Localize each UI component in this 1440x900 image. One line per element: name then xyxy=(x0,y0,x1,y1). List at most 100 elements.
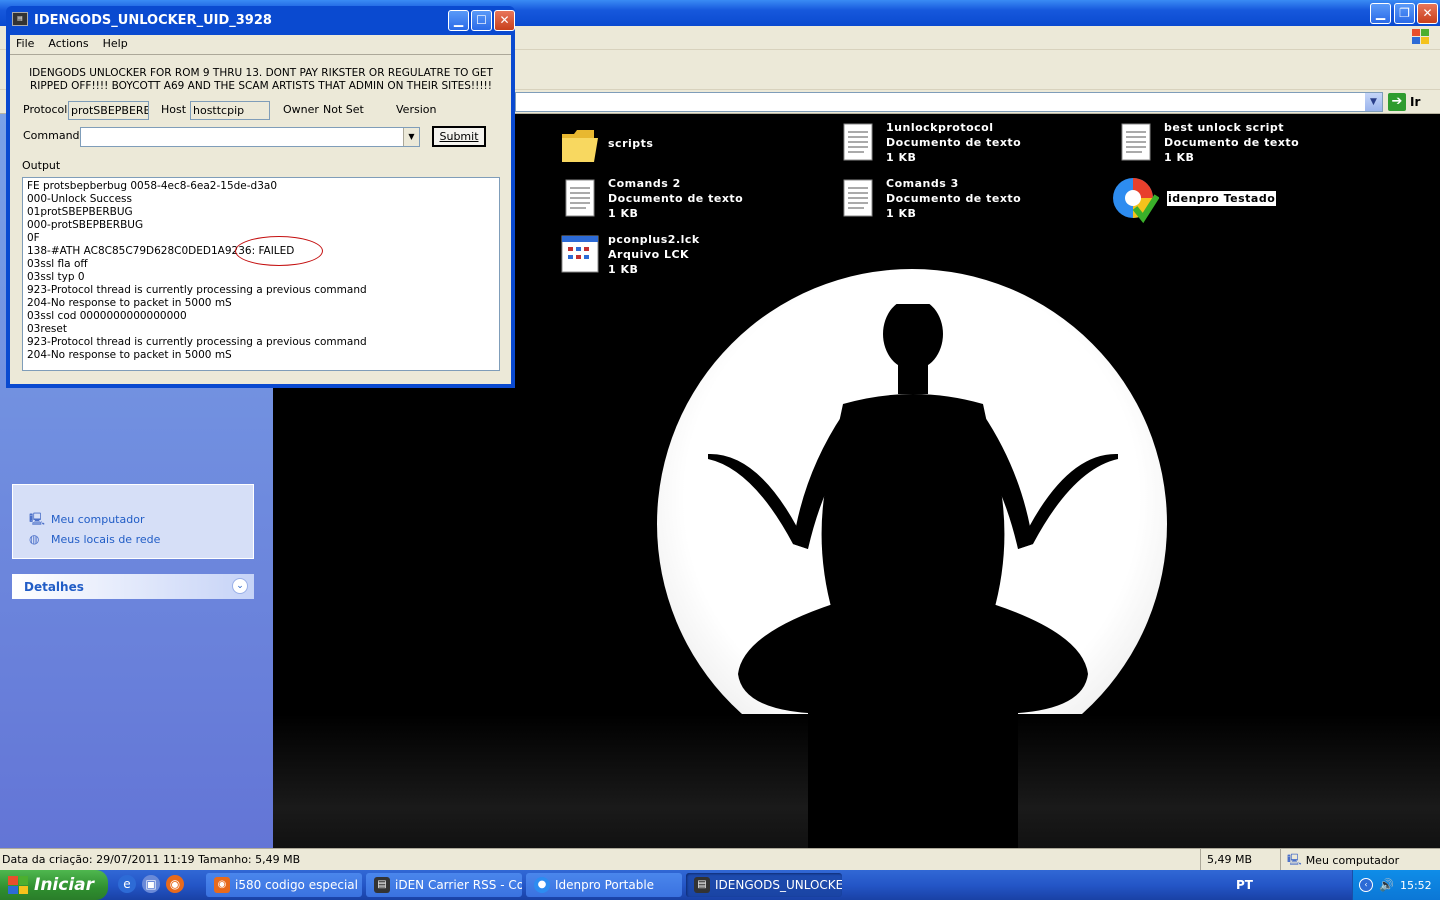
menu-file[interactable]: File xyxy=(16,35,34,54)
status-size: 5,49 MB xyxy=(1200,849,1280,871)
version-label: Version xyxy=(396,103,437,116)
host-field[interactable]: hosttcpip xyxy=(190,101,270,120)
go-arrow-icon: ➔ xyxy=(1388,93,1406,111)
status-details: Data da criação: 29/07/2011 11:19 Tamanh… xyxy=(2,853,301,866)
dialog-minimize-button[interactable]: ▁ xyxy=(448,10,469,31)
taskbar-button-iden-carrier[interactable]: ▤ iDEN Carrier RSS - Co... xyxy=(366,873,522,897)
warning-banner: IDENGODS UNLOCKER FOR ROM 9 THRU 13. DON… xyxy=(29,67,493,92)
expand-chevron-icon[interactable]: ⌄ xyxy=(232,578,248,594)
details-title: Detalhes xyxy=(24,580,84,594)
status-location: 🖳 Meu computador xyxy=(1280,849,1420,871)
output-line: 03reset xyxy=(27,323,67,335)
protocol-field[interactable]: protSBEPBERB xyxy=(68,101,149,120)
task-link-label: Meu computador xyxy=(51,512,145,526)
taskbar-button-idengods-unlocker[interactable]: ▤ IDENGODS_UNLOCKE... xyxy=(686,873,842,897)
submit-button[interactable]: Submit xyxy=(432,126,486,147)
windows-logo-icon xyxy=(8,876,28,894)
idenpro-app-icon: ● xyxy=(534,877,550,893)
text-document-icon xyxy=(843,123,873,161)
file-item-idenpro-testado[interactable]: idenpro Testado xyxy=(1111,176,1277,224)
volume-icon[interactable]: 🔊 xyxy=(1379,878,1394,892)
file-type: Documento de texto xyxy=(608,192,744,205)
owner-label: Owner xyxy=(283,103,319,116)
media-player-icon[interactable]: ▣ xyxy=(142,875,160,893)
menu-help[interactable]: Help xyxy=(103,35,128,54)
chevron-down-icon[interactable]: ▼ xyxy=(403,128,419,146)
taskbar-button-label: i580 codigo especial -... xyxy=(235,878,362,892)
app-window-icon: ▤ xyxy=(374,877,390,893)
explorer-close-button[interactable]: ✕ xyxy=(1417,3,1438,24)
output-line: FE protsbepberbug 0058-4ec8-6ea2-15de-d3… xyxy=(27,180,278,192)
status-location-label: Meu computador xyxy=(1305,853,1400,867)
taskbar-button-label: iDEN Carrier RSS - Co... xyxy=(395,878,522,892)
dialog-menubar: File Actions Help xyxy=(10,35,511,55)
app-icon: ▤ xyxy=(12,12,28,26)
go-button[interactable]: ➔ Ir xyxy=(1388,92,1436,112)
taskbar-button-label: Idenpro Portable xyxy=(555,878,655,892)
explorer-minimize-button[interactable]: ▁ xyxy=(1370,3,1391,24)
internet-explorer-icon[interactable]: e xyxy=(118,875,136,893)
file-size: 1 KB xyxy=(886,151,917,164)
output-log[interactable]: FE protsbepberbug 0058-4ec8-6ea2-15de-d3… xyxy=(22,177,500,371)
file-name: Comands 2 xyxy=(608,177,681,190)
computer-icon: 🖳 xyxy=(29,512,46,526)
command-label: Command xyxy=(23,129,80,142)
unlocker-dialog: ▤ IDENGODS_UNLOCKER_UID_3928 ▁ ☐ ✕ File … xyxy=(6,6,515,388)
firefox-icon: ◉ xyxy=(214,877,230,893)
explorer-restore-button[interactable]: ❐ xyxy=(1394,3,1415,24)
file-item-pconplus2-lck[interactable]: pconplus2.lck Arquivo LCK 1 KB xyxy=(560,232,700,277)
chevron-down-icon[interactable]: ▼ xyxy=(1365,93,1382,111)
file-item-1unlockprotocol[interactable]: 1unlockprotocol Documento de texto 1 KB xyxy=(838,120,1021,165)
network-icon: ◍ xyxy=(29,532,40,546)
file-type: Arquivo LCK xyxy=(608,248,690,261)
file-size: 1 KB xyxy=(608,207,639,220)
dialog-titlebar[interactable]: ▤ IDENGODS_UNLOCKER_UID_3928 ▁ ☐ ✕ xyxy=(10,6,515,35)
firefox-icon[interactable]: ◉ xyxy=(166,875,184,893)
taskbar-button-idenpro-portable[interactable]: ● Idenpro Portable xyxy=(526,873,682,897)
windows-flag-icon xyxy=(1410,28,1432,46)
file-size: 1 KB xyxy=(608,263,639,276)
output-line: 000-Unlock Success xyxy=(27,193,132,205)
text-document-icon xyxy=(1121,123,1151,161)
details-panel-header[interactable]: Detalhes ⌄ xyxy=(12,574,254,599)
failed-highlight-annotation xyxy=(235,236,323,266)
file-size: 1 KB xyxy=(886,207,917,220)
go-label: Ir xyxy=(1410,95,1421,109)
file-type: Documento de texto xyxy=(886,136,1022,149)
dialog-maximize-button[interactable]: ☐ xyxy=(471,10,492,31)
text-document-icon xyxy=(843,179,873,217)
task-link-label: Meus locais de rede xyxy=(51,532,161,546)
file-item-scripts[interactable]: scripts xyxy=(560,124,653,166)
dialog-close-button[interactable]: ✕ xyxy=(494,10,515,31)
file-name: scripts xyxy=(608,137,654,150)
taskbar: Iniciar e ▣ ◉ ◉ i580 codigo especial -..… xyxy=(0,870,1440,900)
file-type: Documento de texto xyxy=(886,192,1022,205)
clock[interactable]: 15:52 xyxy=(1400,879,1432,892)
taskbar-button-firefox[interactable]: ◉ i580 codigo especial -... xyxy=(206,873,362,897)
file-name-selected[interactable]: idenpro Testado xyxy=(1167,191,1277,206)
command-combobox[interactable]: ▼ xyxy=(80,127,420,147)
file-item-comands-3[interactable]: Comands 3 Documento de texto 1 KB xyxy=(838,176,1021,221)
meditation-silhouette xyxy=(708,304,1118,848)
file-name: pconplus2.lck xyxy=(608,233,700,246)
host-label: Host xyxy=(161,103,187,116)
output-line: 03ssl typ 0 xyxy=(27,271,85,283)
show-hidden-icons-chevron-icon[interactable]: ‹ xyxy=(1359,878,1373,892)
task-link-my-computer[interactable]: 🖳 Meu computador xyxy=(29,512,144,526)
file-item-best-unlock-script[interactable]: best unlock script Documento de texto 1 … xyxy=(1116,120,1299,165)
language-indicator[interactable]: PT xyxy=(1236,878,1253,892)
start-button[interactable]: Iniciar xyxy=(0,870,108,900)
lck-file-icon xyxy=(561,235,599,273)
file-item-comands-2[interactable]: Comands 2 Documento de texto 1 KB xyxy=(560,176,743,221)
output-line: 01protSBEPBERBUG xyxy=(27,206,133,218)
file-name: 1unlockprotocol xyxy=(886,121,994,134)
text-document-icon xyxy=(565,179,595,217)
file-name: best unlock script xyxy=(1164,121,1285,134)
status-bar: Data da criação: 29/07/2011 11:19 Tamanh… xyxy=(0,848,1440,871)
file-type: Documento de texto xyxy=(1164,136,1300,149)
other-places-box: 🖳 Meu computador ◍ Meus locais de rede xyxy=(12,484,254,559)
menu-actions[interactable]: Actions xyxy=(48,35,88,54)
task-link-network-places[interactable]: ◍ Meus locais de rede xyxy=(29,532,160,546)
start-label: Iniciar xyxy=(34,875,95,895)
address-input[interactable]: ▼ xyxy=(515,92,1383,112)
